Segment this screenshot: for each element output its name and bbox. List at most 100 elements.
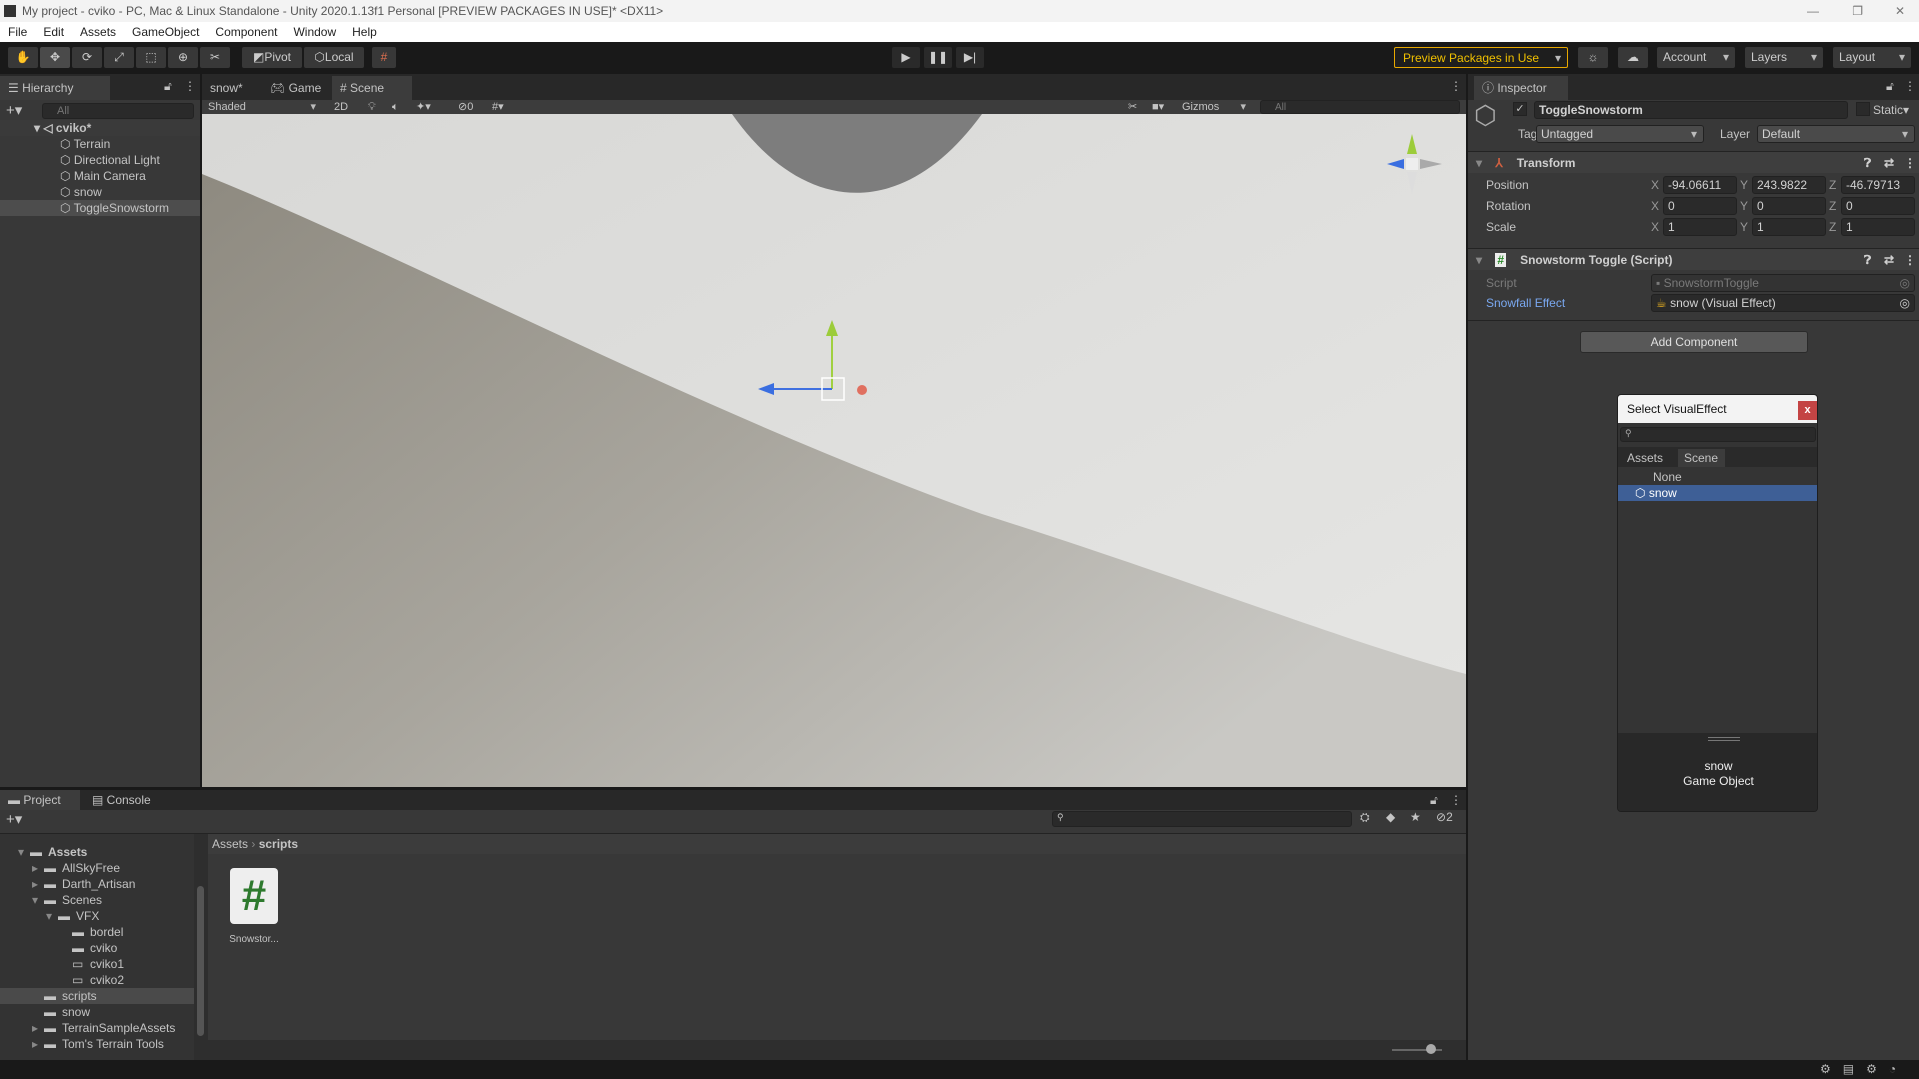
transform-rotation-z-input[interactable]: 0 xyxy=(1841,197,1915,215)
cloud-icon[interactable]: ☁ xyxy=(1618,47,1648,68)
script-component-header[interactable]: ▾ # Snowstorm Toggle (Script) ❓︎ ⇄ ⋮ xyxy=(1468,248,1919,270)
picker-tab-assets[interactable]: Assets xyxy=(1623,449,1667,467)
create-button[interactable]: +▾ xyxy=(6,101,22,119)
favorites-icon[interactable]: ★ xyxy=(1410,810,1421,824)
active-checkbox[interactable]: ✓ xyxy=(1513,102,1527,116)
tab-project[interactable]: ▬ Project xyxy=(0,790,80,810)
audio-icon[interactable]: 🔈︎ xyxy=(392,100,399,114)
folder-item[interactable]: ▭ cviko1 xyxy=(0,956,194,972)
more-icon[interactable]: ⋮ xyxy=(1450,79,1462,93)
move-tool-button[interactable]: ✥ xyxy=(40,47,70,68)
local-toggle[interactable]: ⬡Local xyxy=(304,47,364,68)
static-dropdown[interactable]: Static▾ xyxy=(1873,103,1909,117)
folder-item[interactable]: ▸ ▬ Tom's Terrain Tools xyxy=(0,1036,194,1052)
transform-position-z-input[interactable]: -46.79713 xyxy=(1841,176,1915,194)
folder-item[interactable]: ▬ snow xyxy=(0,1004,194,1020)
transform-tool-button[interactable]: ⊕ xyxy=(168,47,198,68)
presets-icon[interactable]: ⇄ xyxy=(1884,152,1894,174)
more-icon[interactable]: ⋮ xyxy=(1450,793,1462,807)
picker-item-none[interactable]: None xyxy=(1618,469,1817,485)
close-window-button[interactable]: ✕ xyxy=(1895,0,1905,22)
picker-close-button[interactable]: x xyxy=(1798,401,1817,420)
transform-scale-y-input[interactable]: 1 xyxy=(1752,218,1826,236)
breadcrumb-scripts[interactable]: scripts xyxy=(259,837,298,851)
pivot-toggle[interactable]: ◩Pivot xyxy=(242,47,302,68)
object-name-input[interactable]: ToggleSnowstorm xyxy=(1534,101,1848,119)
folder-item[interactable]: ▭ cviko2 xyxy=(0,972,194,988)
breadcrumb-assets[interactable]: Assets xyxy=(212,837,248,851)
help-icon[interactable]: ❓︎ xyxy=(1864,152,1871,174)
tree-scrollbar[interactable] xyxy=(194,834,208,1060)
step-button[interactable]: ▶| xyxy=(956,47,984,68)
tag-dropdown[interactable]: Untagged xyxy=(1536,125,1704,143)
help-icon[interactable]: ❓︎ xyxy=(1864,249,1871,271)
lighting-icon[interactable]: 💡︎ xyxy=(368,100,376,114)
transform-scale-z-input[interactable]: 1 xyxy=(1841,218,1915,236)
rotate-tool-button[interactable]: ⟳ xyxy=(72,47,102,68)
tab-inspector[interactable]: ⓘ Inspector xyxy=(1474,76,1568,100)
expand-arrow-icon[interactable]: ▾ xyxy=(18,844,24,860)
expand-arrow-icon[interactable]: ▸ xyxy=(32,876,38,892)
static-checkbox[interactable] xyxy=(1856,102,1870,116)
folder-item[interactable]: ▸ ▬ Darth_Artisan xyxy=(0,876,194,892)
expand-arrow-icon[interactable]: ▸ xyxy=(32,1036,38,1052)
rect-tool-button[interactable]: ⬚ xyxy=(136,47,166,68)
transform-rotation-y-input[interactable]: 0 xyxy=(1752,197,1826,215)
layout-dropdown[interactable]: Layout xyxy=(1833,47,1911,68)
folder-item[interactable]: ▸ ▬ TerrainSampleAssets xyxy=(0,1020,194,1036)
menu-gameobject[interactable]: GameObject xyxy=(124,22,207,42)
transform-header[interactable]: ▾ ⅄ Transform ❓︎ ⇄ ⋮ xyxy=(1468,151,1919,173)
transform-position-x-input[interactable]: -94.06611 xyxy=(1663,176,1737,194)
folder-item[interactable]: ▸ ▬ AllSkyFree xyxy=(0,860,194,876)
snowfall-effect-field[interactable]: ☕︎ snow (Visual Effect) ◎ xyxy=(1651,294,1915,312)
scene-search-input[interactable] xyxy=(1260,100,1460,114)
tools-icon[interactable]: ✂ xyxy=(1128,100,1137,114)
grid-snap-button[interactable]: # xyxy=(372,47,396,68)
minimize-button[interactable]: — xyxy=(1807,0,1819,22)
menu-file[interactable]: File xyxy=(0,22,35,42)
shading-dropdown[interactable]: Shaded xyxy=(204,100,322,114)
status-icons[interactable]: ⚙▤⚙◔ xyxy=(1820,1062,1908,1076)
gameobject-cube-icon[interactable]: ⬡ xyxy=(1474,100,1497,131)
more-icon[interactable]: ⋮ xyxy=(1904,152,1916,174)
tab-hierarchy[interactable]: ☰ Hierarchy xyxy=(0,76,110,100)
layer-dropdown[interactable]: Default xyxy=(1757,125,1915,143)
folder-item[interactable]: ▬ cviko xyxy=(0,940,194,956)
resize-handle[interactable] xyxy=(1708,737,1740,741)
folder-item[interactable]: ▾ ▬ Assets xyxy=(0,844,194,860)
account-dropdown[interactable]: Account xyxy=(1657,47,1735,68)
picker-search-input[interactable]: ⚲ xyxy=(1620,427,1816,442)
scene-viewport[interactable] xyxy=(202,114,1466,787)
folder-item[interactable]: ▾ ▬ VFX xyxy=(0,908,194,924)
hidden-objects-toggle[interactable]: ⊘0 xyxy=(458,100,473,114)
play-button[interactable]: ▶ xyxy=(892,47,920,68)
grid-icon[interactable]: #▾ xyxy=(492,100,504,114)
transform-scale-x-input[interactable]: 1 xyxy=(1663,218,1737,236)
hierarchy-item[interactable]: ⬡ Main Camera xyxy=(0,168,200,184)
expand-arrow-icon[interactable]: ▾ xyxy=(46,908,52,924)
more-icon[interactable]: ⋮ xyxy=(184,79,196,93)
scale-tool-button[interactable]: ⤢ xyxy=(104,47,134,68)
search-by-type-icon[interactable]: ⛭ xyxy=(1360,810,1370,825)
expand-arrow-icon[interactable]: ▾ xyxy=(32,892,38,908)
add-component-button[interactable]: Add Component xyxy=(1580,331,1808,353)
pause-button[interactable]: ❚❚ xyxy=(924,47,952,68)
maximize-button[interactable]: ❐ xyxy=(1852,0,1863,22)
presets-icon[interactable]: ⇄ xyxy=(1884,249,1894,271)
transform-position-y-input[interactable]: 243.9822 xyxy=(1752,176,1826,194)
menu-component[interactable]: Component xyxy=(207,22,285,42)
picker-item-snow[interactable]: ⬡ snow xyxy=(1618,485,1817,501)
more-icon[interactable]: ⋮ xyxy=(1904,79,1916,93)
hierarchy-item[interactable]: ⬡ Terrain xyxy=(0,136,200,152)
custom-tool-button[interactable]: ✂ xyxy=(200,47,230,68)
hierarchy-search-input[interactable] xyxy=(42,103,194,119)
file-item[interactable]: # Snowstor... xyxy=(224,864,284,945)
folder-item[interactable]: ▬ scripts xyxy=(0,988,194,1004)
expand-arrow-icon[interactable]: ▸ xyxy=(32,860,38,876)
folder-item[interactable]: ▾ ▬ Scenes xyxy=(0,892,194,908)
create-button[interactable]: +▾ xyxy=(6,810,22,828)
menu-help[interactable]: Help xyxy=(344,22,385,42)
hand-tool-button[interactable]: ✋ xyxy=(8,47,38,68)
hidden-packages-toggle[interactable]: ⊘2 xyxy=(1436,810,1453,824)
icon-size-slider[interactable] xyxy=(1426,1044,1436,1054)
